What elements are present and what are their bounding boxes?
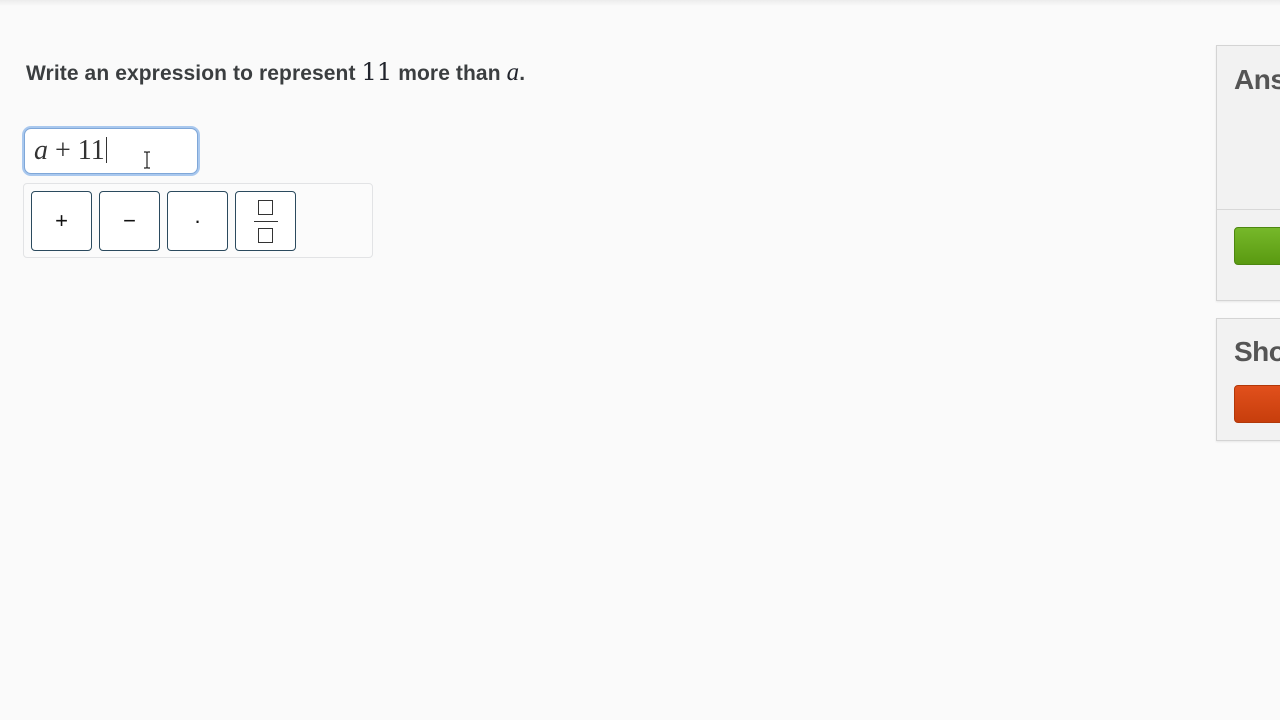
question-prompt: Write an expression to represent 11 more… [26,58,525,87]
answer-variable: a [34,135,48,166]
question-variable: a [506,59,520,86]
fraction-icon [253,199,278,243]
hint-button[interactable] [1234,385,1280,423]
plus-key-label: + [55,208,68,233]
answer-expression: a + 11 [34,135,107,167]
minus-key-button[interactable]: − [99,191,160,251]
dot-key-label: · [193,208,202,233]
question-middle: more than [392,62,507,85]
answer-operator: + [48,135,78,166]
fraction-bar [253,220,278,222]
ibeam-cursor-icon [144,151,150,169]
answer-panel: Ans [1216,45,1280,301]
check-answer-button[interactable] [1234,227,1280,265]
fraction-key-button[interactable] [235,191,296,251]
numerator-box [258,199,273,215]
plus-key-button[interactable]: + [31,191,92,251]
question-prefix: Write an expression to represent [26,62,362,85]
question-suffix: . [519,62,526,85]
hint-panel: Sho [1216,318,1280,441]
answer-panel-title: Ans [1234,64,1280,95]
exercise-page: Write an expression to represent 11 more… [0,0,1280,720]
denominator-box [258,227,273,243]
minus-key-label: − [123,208,136,233]
top-shadow [0,0,1280,6]
multiply-dot-key-button[interactable]: · [167,191,228,251]
text-caret [105,137,107,163]
hint-panel-title: Sho [1234,336,1280,367]
question-number: 11 [361,58,393,86]
math-answer-input[interactable]: a + 11 [24,128,198,174]
answer-number: 11 [77,135,105,166]
answer-panel-divider [1217,209,1280,210]
math-keypad: + − · [23,183,373,258]
